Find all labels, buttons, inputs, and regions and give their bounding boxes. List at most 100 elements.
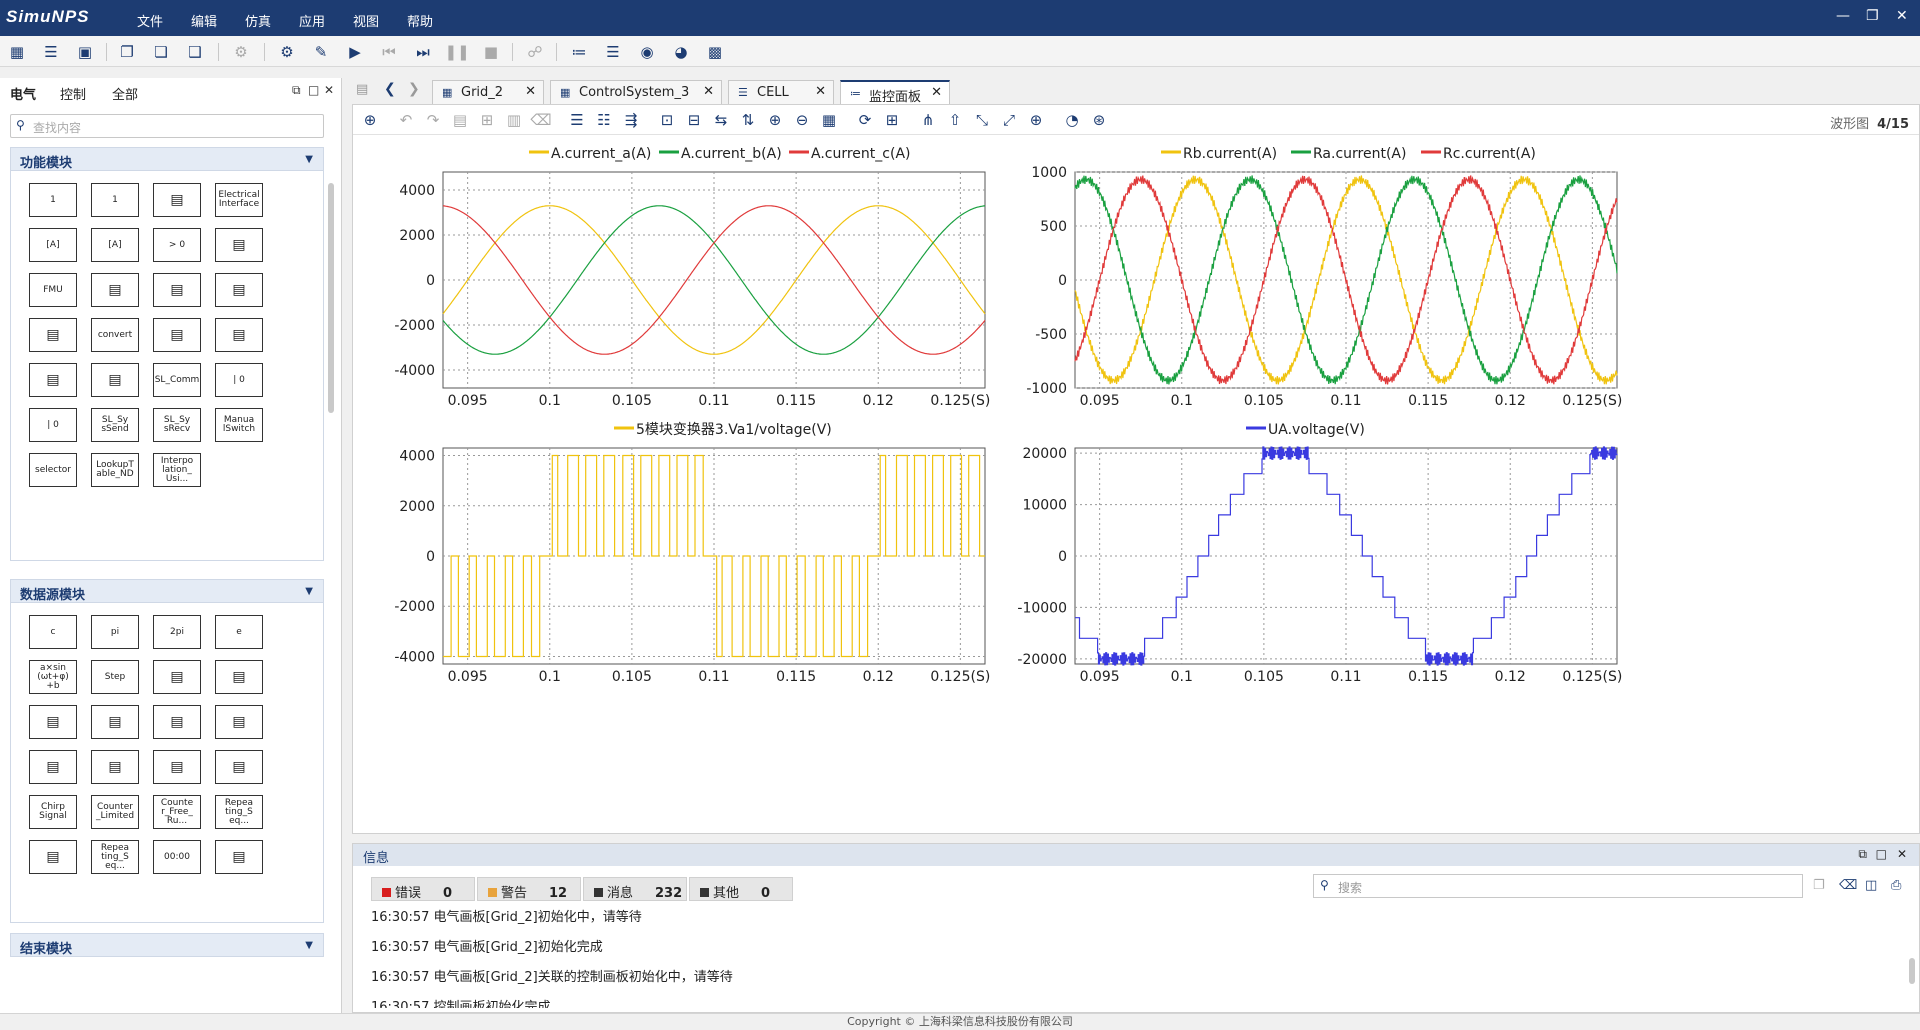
measure-icon[interactable]: ⋔ — [917, 109, 939, 131]
menu-edit[interactable]: 编辑 — [191, 11, 217, 30]
close-icon[interactable]: ✕ — [1896, 8, 1908, 24]
copy-icon[interactable]: ▤ — [449, 109, 471, 131]
close-icon[interactable]: ✕ — [703, 84, 714, 99]
refresh-icon[interactable]: ⟳ — [854, 109, 876, 131]
library-block[interactable]: e — [215, 615, 263, 649]
delete-icon[interactable]: ⌫ — [1839, 878, 1857, 893]
library-block[interactable]: ▤ — [91, 750, 139, 784]
export-icon[interactable]: ⇧ — [944, 109, 966, 131]
copy-icon[interactable]: ❐ — [1813, 878, 1825, 893]
library-block[interactable]: 00:00 — [153, 840, 201, 874]
library-block[interactable]: ▤ — [215, 228, 263, 262]
library-block[interactable]: | 0 — [29, 408, 77, 442]
library-block[interactable]: ▤ — [215, 705, 263, 739]
library-block[interactable]: 1 — [29, 183, 77, 217]
delete-icon[interactable]: ⌫ — [530, 109, 552, 131]
list-icon[interactable]: ☰ — [40, 41, 62, 63]
crop-icon[interactable]: ⊞ — [476, 109, 498, 131]
library-block[interactable]: Chirp Signal — [29, 795, 77, 829]
library-block[interactable]: Repea ting_S eq... — [91, 840, 139, 874]
zoom-out-icon[interactable]: ⊖ — [791, 109, 813, 131]
library-block[interactable]: ▤ — [29, 363, 77, 397]
float-icon[interactable]: ⧉ — [292, 83, 301, 98]
library-block[interactable]: > 0 — [153, 228, 201, 262]
section-source-blocks[interactable]: 数据源模块 ▼ — [10, 579, 324, 603]
tab-grid-2[interactable]: ▦ Grid_2 ✕ — [432, 80, 544, 104]
menu-simulation[interactable]: 仿真 — [245, 11, 271, 30]
close-icon[interactable]: ✕ — [1897, 847, 1907, 861]
library-block[interactable]: Step — [91, 660, 139, 694]
magnify-icon[interactable]: ⊛ — [1088, 109, 1110, 131]
maximize-icon[interactable]: □ — [308, 83, 319, 97]
library-block[interactable]: c — [29, 615, 77, 649]
pause-icon[interactable]: ❚❚ — [444, 41, 469, 63]
library-block[interactable]: ▤ — [153, 183, 201, 217]
library-block[interactable]: Interpo lation_ Usi... — [153, 453, 201, 487]
zoom-in-icon[interactable]: ⊕ — [764, 109, 786, 131]
float-icon[interactable]: ⧉ — [1858, 847, 1867, 862]
chevron-right-icon[interactable]: ❯ — [408, 81, 420, 97]
cursor-icon[interactable]: ⊞ — [881, 109, 903, 131]
device-icon[interactable]: ▩ — [704, 41, 726, 63]
library-block[interactable]: Counte r_Free_ Ru... — [153, 795, 201, 829]
library-block[interactable]: ▤ — [29, 840, 77, 874]
library-block[interactable]: LookupT able_ND — [91, 453, 139, 487]
filter-errors[interactable]: 错误 0 — [371, 877, 475, 901]
library-block[interactable]: ▤ — [153, 660, 201, 694]
library-block[interactable]: ▤ — [29, 705, 77, 739]
grid-icon[interactable]: ▦ — [818, 109, 840, 131]
folder-icon[interactable]: ◫ — [1865, 878, 1877, 893]
chart-icon[interactable]: ≔ — [568, 41, 590, 63]
fit-icon[interactable]: ⊡ — [656, 109, 678, 131]
print-icon[interactable]: ⎙ — [1891, 878, 1901, 893]
paste-icon[interactable]: ▥ — [503, 109, 525, 131]
target-icon[interactable]: ⊕ — [1025, 109, 1047, 131]
library-block[interactable]: SL_Sy sRecv — [153, 408, 201, 442]
layout-icon[interactable]: ☰ — [566, 109, 588, 131]
library-block[interactable]: ▤ — [29, 318, 77, 352]
library-block[interactable]: convert — [91, 318, 139, 352]
library-scrollbar[interactable] — [328, 183, 334, 413]
fit-y-icon[interactable]: ⇅ — [737, 109, 759, 131]
filter-warnings[interactable]: 警告 12 — [477, 877, 581, 901]
minimize-icon[interactable]: — — [1836, 8, 1850, 24]
library-block[interactable]: ▤ — [215, 273, 263, 307]
tab-list-icon[interactable]: ▤ — [356, 82, 368, 97]
library-block[interactable]: ▤ — [215, 660, 263, 694]
step-forward-icon[interactable]: ⏭ — [412, 41, 434, 63]
tab-control[interactable]: 控制 — [60, 84, 86, 103]
new-file-icon[interactable]: ❐ — [116, 41, 138, 63]
library-block[interactable]: | 0 — [215, 363, 263, 397]
headset-icon[interactable]: ◕ — [670, 41, 692, 63]
pie-icon[interactable]: ◔ — [1061, 109, 1083, 131]
library-block[interactable]: 2pi — [153, 615, 201, 649]
settings-disabled-icon[interactable]: ⚙ — [230, 41, 252, 63]
library-block[interactable]: SL_Comm — [153, 363, 201, 397]
stop-icon[interactable]: ■ — [480, 41, 502, 63]
message-search-input[interactable]: ⚲ 搜索 — [1313, 874, 1803, 898]
tab-all[interactable]: 全部 — [112, 84, 138, 103]
library-block[interactable]: ▤ — [153, 273, 201, 307]
library-block[interactable]: ▤ — [91, 363, 139, 397]
menu-help[interactable]: 帮助 — [407, 11, 433, 30]
close-icon[interactable]: ✕ — [815, 84, 826, 99]
library-block[interactable]: ▤ — [215, 318, 263, 352]
library-block[interactable]: ▤ — [153, 318, 201, 352]
edit-icon[interactable]: ✎ — [310, 41, 332, 63]
tab-electrical[interactable]: 电气 — [10, 84, 36, 103]
library-block[interactable]: Electrical Interface — [215, 183, 263, 217]
open-file-icon[interactable]: ❏ — [150, 41, 172, 63]
restore-icon[interactable]: ❐ — [1866, 8, 1879, 24]
chevron-left-icon[interactable]: ❮ — [384, 81, 396, 97]
tab-monitor-panel[interactable]: ≔ 监控面板 ✕ — [840, 80, 950, 105]
redo-icon[interactable]: ↷ — [422, 109, 444, 131]
library-block[interactable]: SL_Sy sSend — [91, 408, 139, 442]
step-back-icon[interactable]: ⏮ — [378, 41, 400, 63]
library-block[interactable]: FMU — [29, 273, 77, 307]
info-scrollbar[interactable] — [1909, 958, 1915, 984]
menu-apply[interactable]: 应用 — [299, 11, 325, 30]
undo-icon[interactable]: ↶ — [395, 109, 417, 131]
menu-view[interactable]: 视图 — [353, 11, 379, 30]
section-sink-blocks[interactable]: 结束模块 ▼ — [10, 933, 324, 957]
library-block[interactable]: [A] — [91, 228, 139, 262]
